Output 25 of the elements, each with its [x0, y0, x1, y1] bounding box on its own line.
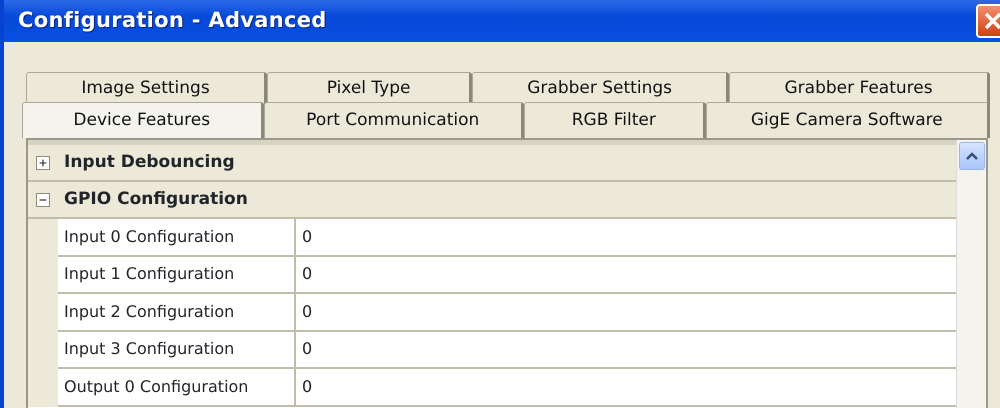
- tab[interactable]: GigE Camera Software: [706, 102, 990, 138]
- tab[interactable]: Grabber Features: [729, 72, 990, 104]
- scroll-up-button[interactable]: [959, 142, 985, 170]
- tab[interactable]: Pixel Type: [267, 72, 472, 104]
- close-icon: [983, 11, 1000, 31]
- scrollbar[interactable]: [956, 140, 986, 408]
- property-name: Output 0 Configuration: [58, 369, 296, 406]
- tab[interactable]: Image Settings: [26, 72, 267, 104]
- tab[interactable]: Device Features: [22, 102, 264, 138]
- property-name: Input 2 Configuration: [58, 294, 296, 332]
- category-label[interactable]: GPIO Configuration: [58, 182, 248, 217]
- expand-icon[interactable]: [36, 156, 50, 170]
- category-label[interactable]: Input Debouncing: [58, 145, 235, 180]
- window-title: Configuration - Advanced: [18, 7, 327, 34]
- property-name: Input 1 Configuration: [58, 256, 296, 294]
- property-value[interactable]: 0: [296, 332, 956, 369]
- property-value[interactable]: 0: [296, 256, 956, 294]
- tab[interactable]: Grabber Settings: [472, 72, 730, 104]
- close-button[interactable]: [976, 4, 1000, 38]
- property-name: Input 3 Configuration: [58, 332, 296, 369]
- collapse-icon[interactable]: [36, 192, 50, 206]
- row-gutter: [28, 369, 58, 406]
- tab[interactable]: RGB Filter: [524, 102, 706, 138]
- tab[interactable]: Port Communication: [264, 102, 524, 138]
- property-name: Input 0 Configuration: [58, 219, 296, 256]
